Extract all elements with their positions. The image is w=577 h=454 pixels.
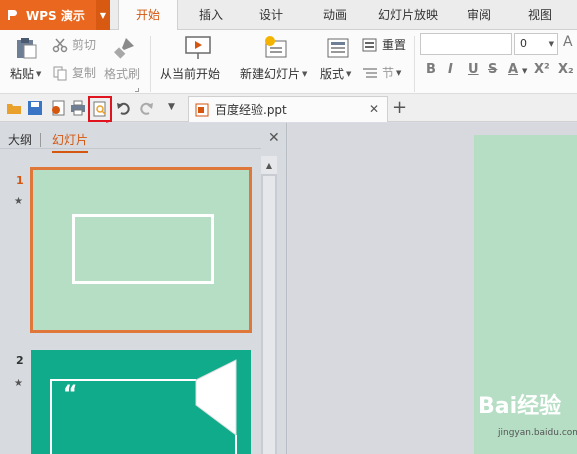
slideshow-icon[interactable] [184,35,212,61]
save-icon[interactable] [27,100,43,116]
close-icon[interactable]: ✕ [268,130,280,146]
from-current-label: 从当前开始 [160,67,221,81]
ppt-file-icon [195,103,209,116]
bold-button[interactable]: B [426,62,436,77]
tab-review[interactable]: 审阅 [454,0,504,30]
reset-button[interactable]: 重置 [362,36,406,53]
section-label: 节 [382,66,395,80]
format-painter-icon[interactable] [112,36,136,60]
increase-font-icon[interactable]: A [563,34,573,50]
new-slide-icon[interactable] [262,35,290,61]
cut-button[interactable]: 剪切 [52,36,96,53]
copy-label: 复制 [72,66,97,80]
document-tab[interactable]: 百度经验.ppt ✕ [188,96,388,122]
subscript-button[interactable]: X₂ [558,62,574,77]
tab-slideshow[interactable]: 幻灯片放映 [370,0,446,30]
slide-number: 2 [16,354,24,367]
pdf-icon[interactable] [50,100,66,116]
cut-icon [52,38,68,52]
tab-start[interactable]: 开始 [118,0,178,31]
tab-insert[interactable]: 插入 [186,0,236,30]
new-slide-label: 新建幻灯片 [240,67,301,81]
menu-bar: WPS 演示 ▼ 开始 插入 设计 动画 幻灯片放映 审阅 视图 [0,0,577,31]
from-current-button[interactable]: 从当前开始 [160,65,220,82]
reset-label: 重置 [382,38,407,52]
section-icon [363,67,377,78]
close-tab-icon[interactable]: ✕ [369,102,379,116]
slide-thumbnail-1[interactable] [30,167,252,333]
undo-icon[interactable] [116,100,132,116]
quote-mark: “ [63,382,78,407]
paste-label: 粘贴 [10,67,35,81]
clipboard-launcher[interactable] [135,88,139,92]
slide-placeholder-box [72,214,214,284]
print-preview-highlight [88,96,112,122]
font-color-dropdown-icon[interactable]: ▼ [522,67,527,75]
layout-label: 版式 [320,67,345,81]
reset-icon [362,38,377,51]
copy-icon [53,66,67,80]
layout-icon[interactable] [326,36,350,60]
italic-button[interactable]: I [448,62,453,77]
app-dropdown-icon[interactable]: ▼ [96,0,110,30]
open-icon[interactable] [6,100,22,116]
watermark: Bai经验 jingyan.baidu.com [478,388,577,438]
paste-button[interactable]: 粘贴 ▼ [10,65,41,82]
customize-dropdown-icon[interactable]: ▼ [168,102,175,112]
redo-icon[interactable] [138,100,154,116]
tab-design[interactable]: 设计 [246,0,296,30]
cut-label: 剪切 [72,38,97,52]
chevron-down-icon: ▼ [548,40,554,48]
superscript-button[interactable]: X² [534,62,550,77]
app-name: WPS 演示 [26,8,85,23]
plus-icon[interactable]: + [392,97,407,118]
ribbon-separator [414,36,415,92]
panel-divider [0,148,261,149]
tab-slides[interactable]: 幻灯片 [52,131,89,153]
font-size-select[interactable]: 0 ▼ [514,33,558,55]
panel-tab-divider [40,133,41,147]
tab-view[interactable]: 视图 [515,0,565,30]
underline-button[interactable]: U [468,62,479,77]
print-icon[interactable] [70,100,86,116]
star-icon: ★ [14,378,23,389]
star-icon: ★ [14,196,23,207]
format-painter-button[interactable]: 格式刷 [104,65,140,82]
watermark-url: jingyan.baidu.com [498,428,577,438]
tab-animation[interactable]: 动画 [310,0,360,30]
font-name-select[interactable] [420,33,512,55]
scrollbar-thumb[interactable] [263,176,275,454]
watermark-text: Bai经验 [478,394,562,419]
section-button[interactable]: 节 ▼ [362,64,401,81]
ribbon-separator [150,36,151,92]
document-name: 百度经验.ppt [215,103,287,117]
scroll-up-icon[interactable]: ▲ [261,156,277,174]
app-menu-button[interactable]: WPS 演示 ▼ [0,0,110,30]
slide-thumbnail-2[interactable]: “ 2016 [31,350,251,454]
copy-button[interactable]: 复制 [52,64,96,81]
format-painter-label: 格式刷 [104,67,141,81]
strikethrough-button[interactable]: S [488,62,497,77]
tab-outline[interactable]: 大纲 [8,131,32,148]
new-slide-button[interactable]: 新建幻灯片 ▼ [240,65,307,82]
wps-logo-icon [8,10,17,20]
layout-button[interactable]: 版式 ▼ [320,65,351,82]
slide-number: 1 [16,174,24,187]
font-color-button[interactable]: A [508,62,518,77]
font-size-value: 0 [520,37,527,50]
paste-icon[interactable] [14,36,38,60]
